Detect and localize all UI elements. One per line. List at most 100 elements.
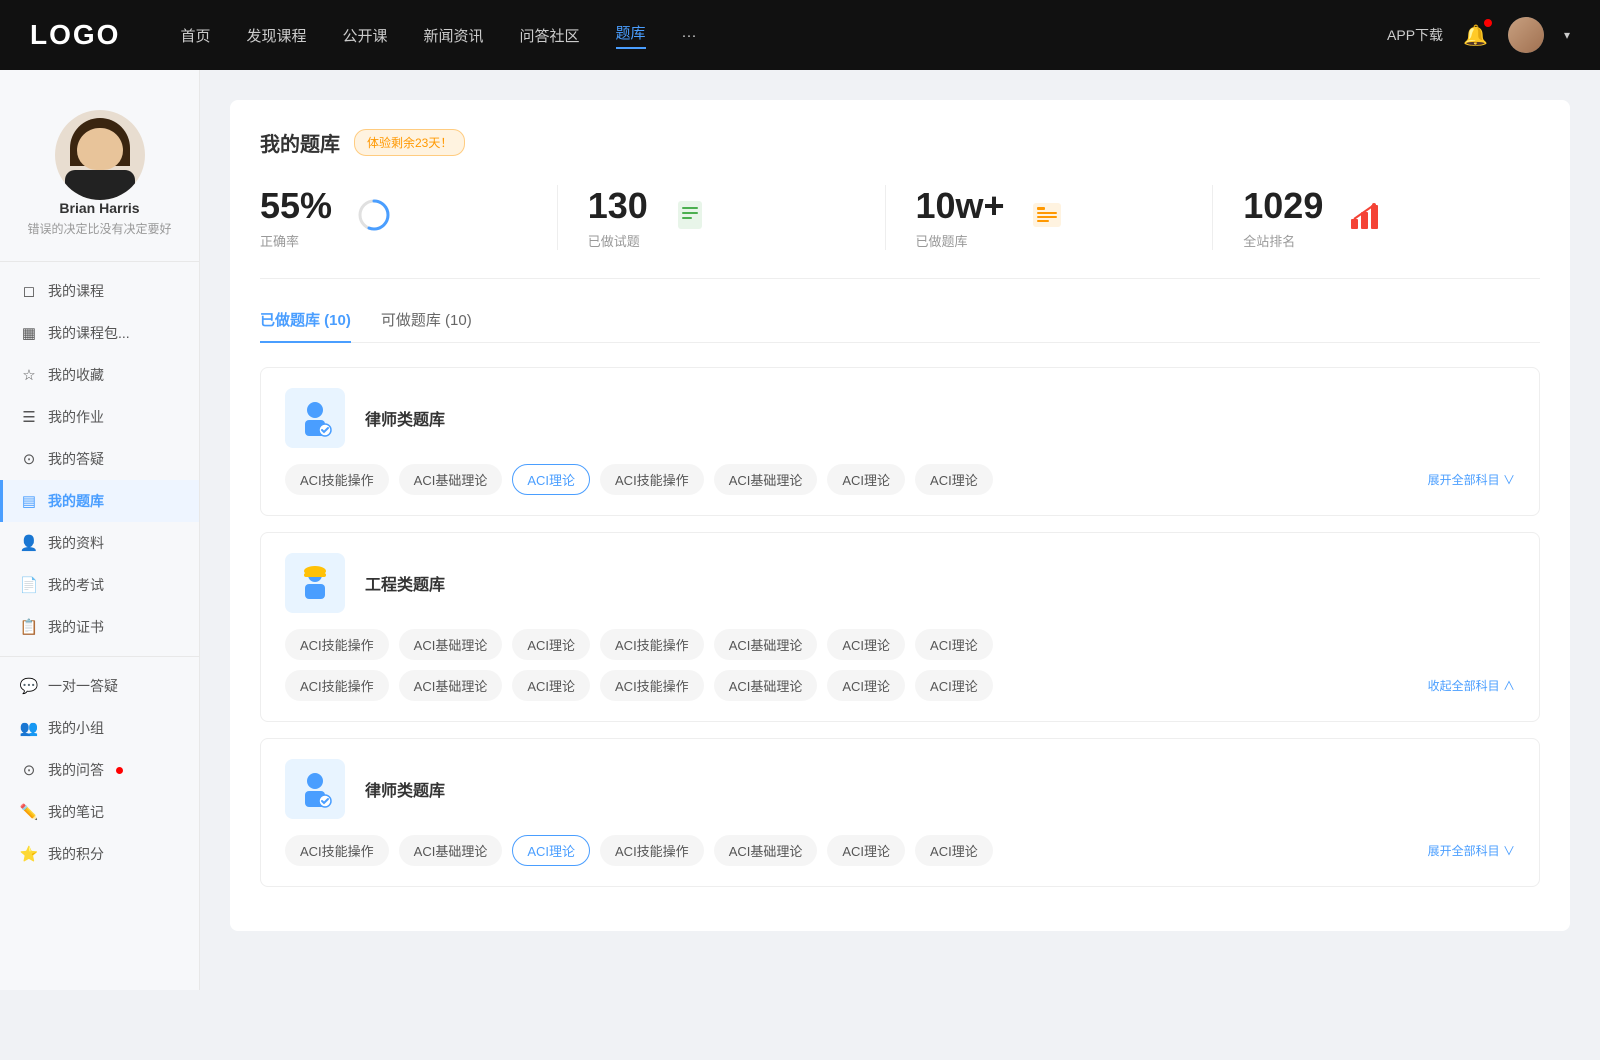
bank-2-tag-r2-5[interactable]: ACI理论 — [827, 670, 905, 701]
bank-2-tag-r1-4[interactable]: ACI基础理论 — [714, 629, 818, 660]
bank-2-tag-r2-4[interactable]: ACI基础理论 — [714, 670, 818, 701]
bank-card-engineer: 工程类题库 ACI技能操作 ACI基础理论 ACI理论 ACI技能操作 ACI基… — [260, 532, 1540, 722]
nav-discover[interactable]: 发现课程 — [246, 25, 306, 46]
sidebar-item-my-data[interactable]: 👤 我的资料 — [0, 522, 199, 564]
bank-1-tag-1[interactable]: ACI基础理论 — [399, 464, 503, 495]
sidebar-item-my-packages[interactable]: ▦ 我的课程包... — [0, 312, 199, 354]
sidebar-profile: Brian Harris 错误的决定比没有决定要好 — [0, 90, 199, 253]
bank-3-expand-link[interactable]: 展开全部科目 ∨ — [1428, 842, 1515, 859]
sidebar-label: 我的课程包... — [48, 323, 130, 343]
bank-2-tag-r1-0[interactable]: ACI技能操作 — [285, 629, 389, 660]
bank-1-tag-5[interactable]: ACI理论 — [827, 464, 905, 495]
group-icon: 👥 — [20, 719, 38, 737]
bank-2-tag-r1-1[interactable]: ACI基础理论 — [399, 629, 503, 660]
sidebar-item-my-notes[interactable]: ✏️ 我的笔记 — [0, 791, 199, 833]
bank-2-collapse-link[interactable]: 收起全部科目 ∧ — [1428, 677, 1515, 694]
sidebar-label: 我的资料 — [48, 533, 104, 553]
profile-slogan: 错误的决定比没有决定要好 — [17, 220, 181, 237]
sidebar-item-my-questions[interactable]: ⊙ 我的问答 — [0, 749, 199, 791]
bank-3-tag-1[interactable]: ACI基础理论 — [399, 835, 503, 866]
bank-2-tag-r2-2[interactable]: ACI理论 — [512, 670, 590, 701]
stat-ranking: 1029 全站排名 — [1213, 185, 1540, 250]
bank-3-tag-2[interactable]: ACI理论 — [512, 835, 590, 866]
bank-1-tag-0[interactable]: ACI技能操作 — [285, 464, 389, 495]
ranking-stat-icon — [1347, 197, 1383, 238]
nav-bank[interactable]: 题库 — [616, 22, 646, 49]
engineer-icon — [285, 553, 345, 613]
bank-3-tag-5[interactable]: ACI理论 — [827, 835, 905, 866]
content-inner: 我的题库 体验剩余23天！ 55% 正确率 — [230, 100, 1570, 931]
sidebar-item-my-points[interactable]: ⭐ 我的积分 — [0, 833, 199, 875]
nav-more[interactable]: ··· — [682, 27, 697, 44]
navbar: LOGO 首页 发现课程 公开课 新闻资讯 问答社区 题库 ··· APP下载 … — [0, 0, 1600, 70]
points-icon: ⭐ — [20, 845, 38, 863]
user-avatar[interactable] — [1508, 17, 1544, 53]
nav-home[interactable]: 首页 — [180, 25, 210, 46]
app-download-button[interactable]: APP下载 — [1387, 25, 1443, 45]
notes-icon: ✏️ — [20, 803, 38, 821]
sidebar-item-my-cert[interactable]: 📋 我的证书 — [0, 606, 199, 648]
sidebar-label: 我的题库 — [48, 491, 104, 511]
tab-available[interactable]: 可做题库 (10) — [381, 309, 472, 342]
bank-2-tag-r1-2[interactable]: ACI理论 — [512, 629, 590, 660]
bank-card-title-1: 律师类题库 — [365, 406, 445, 430]
bank-3-tag-4[interactable]: ACI基础理论 — [714, 835, 818, 866]
bank-2-tag-r2-0[interactable]: ACI技能操作 — [285, 670, 389, 701]
stat-accuracy-value: 55% — [260, 185, 332, 227]
unread-dot — [116, 767, 123, 774]
bank-1-tag-6[interactable]: ACI理论 — [915, 464, 993, 495]
bank-3-tag-6[interactable]: ACI理论 — [915, 835, 993, 866]
stat-done-questions: 130 已做试题 — [558, 185, 886, 250]
stats-row: 55% 正确率 130 已做试题 — [260, 185, 1540, 279]
nav-open-course[interactable]: 公开课 — [342, 25, 387, 46]
sidebar-item-my-exam[interactable]: 📄 我的考试 — [0, 564, 199, 606]
bank-2-tag-r2-1[interactable]: ACI基础理论 — [399, 670, 503, 701]
bank-2-tag-r1-3[interactable]: ACI技能操作 — [600, 629, 704, 660]
courses-icon: ◻ — [20, 282, 38, 300]
sidebar-label: 一对一答疑 — [48, 676, 118, 696]
lawyer-icon-1 — [285, 388, 345, 448]
sidebar-item-my-qa[interactable]: ⊙ 我的答疑 — [0, 438, 199, 480]
sidebar-label: 我的笔记 — [48, 802, 104, 822]
bank-3-tags-row: ACI技能操作 ACI基础理论 ACI理论 ACI技能操作 ACI基础理论 AC… — [285, 835, 1515, 866]
sidebar-item-my-homework[interactable]: ☰ 我的作业 — [0, 396, 199, 438]
navbar-logo[interactable]: LOGO — [30, 19, 120, 51]
sidebar-item-my-group[interactable]: 👥 我的小组 — [0, 707, 199, 749]
bank-1-tag-3[interactable]: ACI技能操作 — [600, 464, 704, 495]
user-dropdown-arrow[interactable]: ▾ — [1564, 28, 1570, 42]
tab-done[interactable]: 已做题库 (10) — [260, 309, 351, 342]
bank-card-title-2: 工程类题库 — [365, 571, 445, 595]
stat-accuracy: 55% 正确率 — [260, 185, 558, 250]
bank-1-expand-link[interactable]: 展开全部科目 ∨ — [1428, 471, 1515, 488]
bank-card-header-3: 律师类题库 — [285, 759, 1515, 819]
bank-2-tag-r1-6[interactable]: ACI理论 — [915, 629, 993, 660]
bank-1-tag-4[interactable]: ACI基础理论 — [714, 464, 818, 495]
bank-1-tag-2[interactable]: ACI理论 — [512, 464, 590, 495]
banks-stat-icon — [1029, 197, 1065, 238]
sidebar-item-my-favorites[interactable]: ☆ 我的收藏 — [0, 354, 199, 396]
stat-ranking-label: 全站排名 — [1243, 231, 1323, 250]
sidebar-item-one-on-one[interactable]: 💬 一对一答疑 — [0, 665, 199, 707]
stat-ranking-content: 1029 全站排名 — [1243, 185, 1323, 250]
favorites-icon: ☆ — [20, 366, 38, 384]
notification-bell[interactable]: 🔔 — [1463, 23, 1488, 48]
bank-card-title-3: 律师类题库 — [365, 777, 445, 801]
bank-2-tag-r2-3[interactable]: ACI技能操作 — [600, 670, 704, 701]
bank-3-tag-0[interactable]: ACI技能操作 — [285, 835, 389, 866]
avatar-body — [65, 170, 135, 200]
nav-news[interactable]: 新闻资讯 — [424, 25, 484, 46]
bank-card-lawyer-2: 律师类题库 ACI技能操作 ACI基础理论 ACI理论 ACI技能操作 ACI基… — [260, 738, 1540, 887]
stat-accuracy-content: 55% 正确率 — [260, 185, 332, 250]
bank-3-tag-3[interactable]: ACI技能操作 — [600, 835, 704, 866]
one-on-one-icon: 💬 — [20, 677, 38, 695]
bank-icon: ▤ — [20, 492, 38, 510]
accuracy-icon — [356, 197, 392, 238]
bank-2-tag-r2-6[interactable]: ACI理论 — [915, 670, 993, 701]
sidebar-item-my-courses[interactable]: ◻ 我的课程 — [0, 270, 199, 312]
homework-icon: ☰ — [20, 408, 38, 426]
stat-accuracy-label: 正确率 — [260, 231, 332, 250]
bank-2-tag-r1-5[interactable]: ACI理论 — [827, 629, 905, 660]
sidebar-item-my-bank[interactable]: ▤ 我的题库 — [0, 480, 199, 522]
nav-qa[interactable]: 问答社区 — [520, 25, 580, 46]
trial-badge: 体验剩余23天！ — [354, 129, 465, 156]
